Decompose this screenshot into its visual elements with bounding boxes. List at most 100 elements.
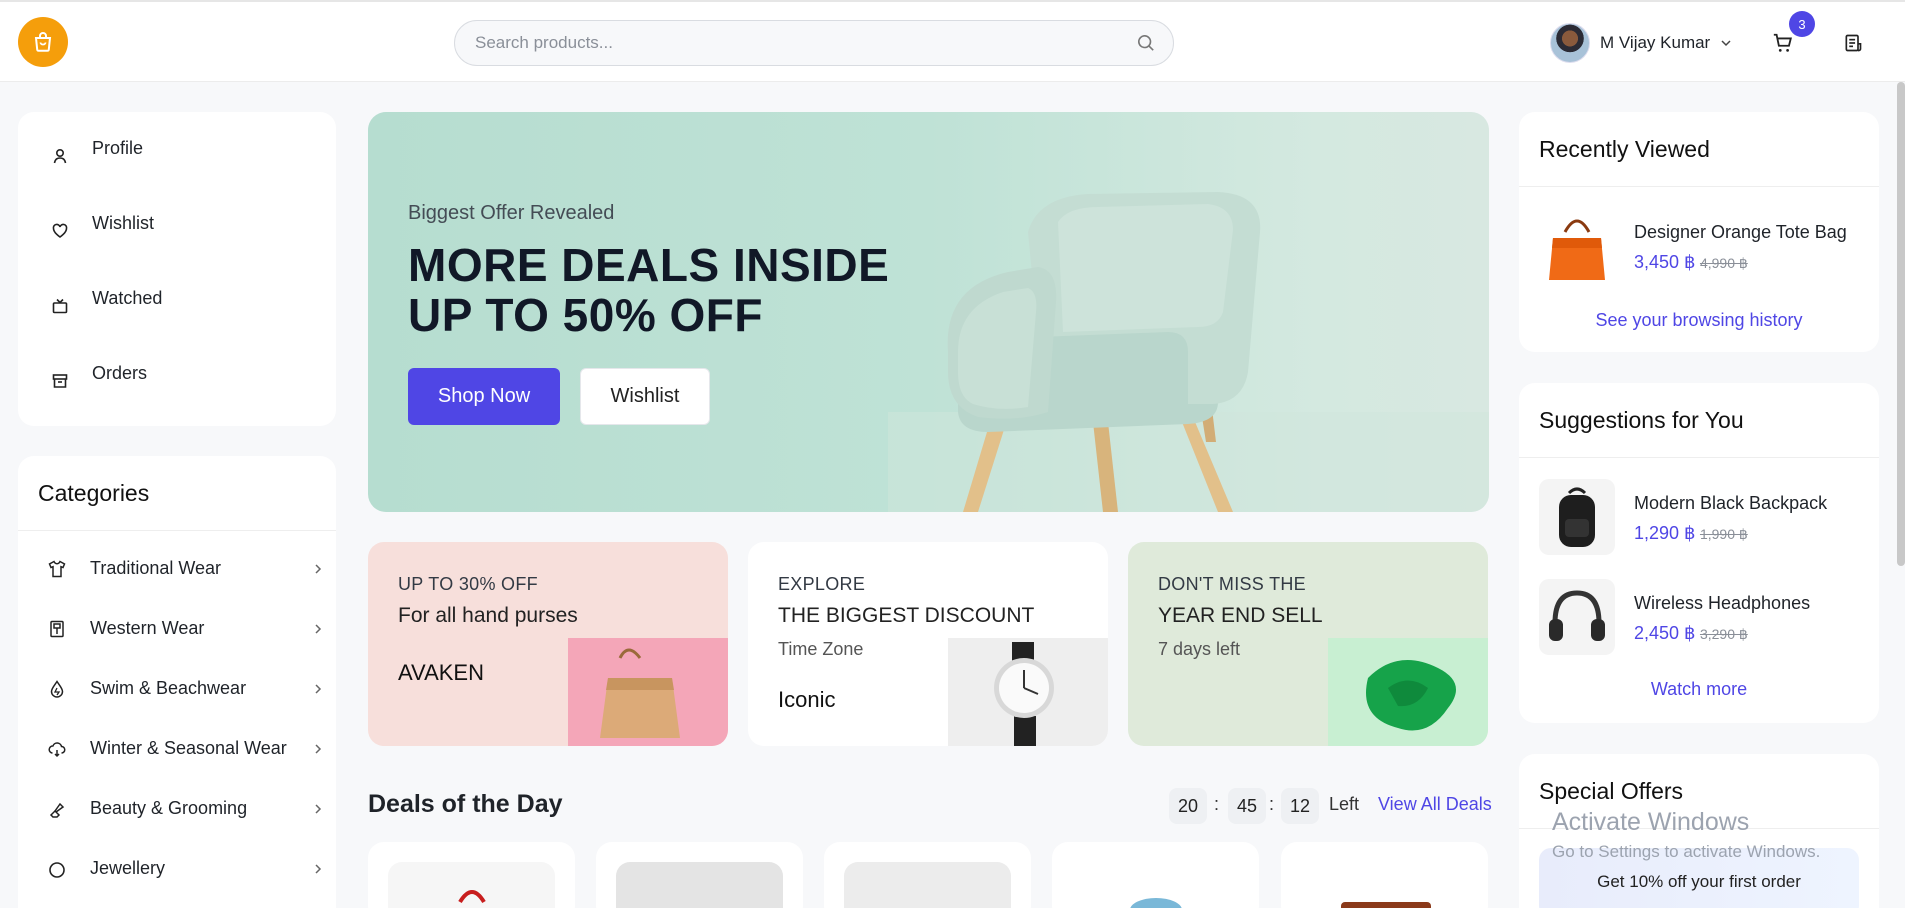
deal-image	[844, 862, 1011, 908]
tote-bag-image[interactable]	[1539, 208, 1615, 284]
cart-icon[interactable]	[1772, 32, 1794, 54]
cloud-icon	[48, 742, 66, 758]
lipstick-icon	[49, 802, 65, 818]
chevron-right-icon	[315, 684, 322, 694]
watch-more-link[interactable]: Watch more	[1519, 679, 1879, 700]
handbag-image	[568, 638, 728, 746]
activate-windows-hint: Go to Settings to activate Windows.	[1552, 842, 1821, 861]
divider	[1519, 457, 1879, 458]
special-offers-title: Special Offers	[1539, 778, 1684, 804]
hero-eyebrow: Biggest Offer Revealed	[408, 202, 615, 224]
nav-label: Profile	[92, 138, 144, 158]
headphones-image[interactable]	[1539, 579, 1615, 655]
search-icon[interactable]	[1137, 34, 1155, 52]
chevron-right-icon	[315, 564, 322, 574]
divider	[18, 530, 336, 531]
ring-icon	[49, 862, 65, 878]
offer-text: Get 10% off your first order	[1597, 872, 1801, 891]
top-header: M Vijay Kumar	[0, 2, 1905, 82]
shirt-icon	[48, 560, 66, 578]
timer-separator: :	[1214, 794, 1220, 814]
product-name[interactable]: Designer Orange Tote Bag	[1634, 222, 1847, 243]
product-price-row: 1,290 ฿ 1,990 ฿	[1634, 523, 1748, 544]
shop-now-button[interactable]: Shop Now	[408, 368, 560, 425]
shopping-bag-icon	[34, 32, 52, 52]
category-beauty-grooming[interactable]: Beauty & Grooming	[18, 790, 336, 830]
promo-card-purses[interactable]: UP TO 30% OFF For all hand purses AVAKEN	[368, 542, 728, 746]
deals-title: Deals of the Day	[368, 790, 563, 818]
page-scrollbar[interactable]	[1897, 82, 1905, 566]
promo-headline: For all hand purses	[398, 604, 578, 627]
suggestions-title: Suggestions for You	[1539, 407, 1744, 433]
deal-card[interactable]	[1281, 842, 1488, 908]
search-input[interactable]	[475, 21, 1115, 65]
category-label: Beauty & Grooming	[90, 798, 248, 818]
promo-headline: THE BIGGEST DISCOUNT	[778, 604, 1035, 627]
nav-item-orders[interactable]: Orders	[18, 359, 336, 399]
nav-label: Orders	[92, 363, 148, 383]
deal-card[interactable]	[824, 842, 1031, 908]
timer-left-label: Left	[1329, 794, 1360, 814]
category-label: Jewellery	[90, 858, 166, 878]
heart-icon	[52, 223, 68, 238]
deal-image	[1301, 862, 1468, 908]
category-traditional-wear[interactable]: Traditional Wear	[18, 550, 336, 590]
view-all-deals-link[interactable]: View All Deals	[1378, 794, 1492, 815]
category-label: Winter & Seasonal Wear	[90, 738, 287, 758]
chevron-right-icon	[315, 624, 322, 634]
user-menu[interactable]: M Vijay Kumar	[1550, 22, 1732, 64]
armchair-image	[888, 192, 1489, 512]
promo-brand: Iconic	[778, 687, 836, 712]
promo-eyebrow: DON'T MISS THE	[1158, 574, 1306, 594]
chevron-right-icon	[315, 864, 322, 874]
product-price-row: 3,450 ฿ 4,990 ฿	[1634, 252, 1748, 273]
category-winter-seasonal[interactable]: Winter & Seasonal Wear	[18, 730, 336, 770]
product-name[interactable]: Wireless Headphones	[1634, 593, 1810, 614]
timer-separator: :	[1269, 794, 1275, 814]
category-jewellery[interactable]: Jewellery	[18, 850, 336, 890]
hero-title: MORE DEALS INSIDE UP TO 50% OFF	[408, 240, 889, 340]
recently-viewed-title: Recently Viewed	[1539, 136, 1710, 162]
category-label: Traditional Wear	[90, 558, 222, 578]
account-nav-card: Profile Wishlist Watched Orders	[18, 112, 336, 426]
timer-seconds: 12	[1281, 788, 1319, 824]
timer-hours: 20	[1169, 788, 1207, 824]
hero-title-line: MORE DEALS INSIDE	[408, 239, 890, 291]
deal-card[interactable]	[1052, 842, 1259, 908]
product-name[interactable]: Modern Black Backpack	[1634, 493, 1827, 514]
deal-card[interactable]	[596, 842, 803, 908]
hero-title-line: UP TO 50% OFF	[408, 289, 764, 341]
promo-card-year-end[interactable]: DON'T MISS THE YEAR END SELL 7 days left	[1128, 542, 1488, 746]
orders-list-icon[interactable]	[1843, 33, 1863, 53]
promo-headline: YEAR END SELL	[1158, 604, 1323, 627]
nav-item-profile[interactable]: Profile	[18, 134, 336, 174]
deal-card[interactable]	[368, 842, 575, 908]
shop-logo[interactable]	[18, 17, 68, 67]
backpack-image[interactable]	[1539, 479, 1615, 555]
categories-title: Categories	[38, 480, 150, 506]
category-label: Swim & Beachwear	[90, 678, 247, 698]
suggestions-card: Suggestions for You Modern Black Backpac…	[1519, 383, 1879, 723]
cart-count-badge: 3	[1789, 11, 1815, 37]
user-icon	[53, 148, 67, 164]
hero-banner: Biggest Offer Revealed MORE DEALS INSIDE…	[368, 112, 1489, 512]
scarf-image	[1328, 638, 1488, 746]
categories-card: Categories Traditional Wear Western Wear…	[18, 456, 336, 908]
dress-icon	[50, 620, 64, 638]
promo-subtext: Time Zone	[778, 639, 864, 659]
promo-brand: AVAKEN	[398, 660, 484, 685]
chevron-right-icon	[315, 804, 322, 814]
category-swim-beachwear[interactable]: Swim & Beachwear	[18, 670, 336, 710]
nav-item-wishlist[interactable]: Wishlist	[18, 209, 336, 249]
deal-image	[1072, 862, 1239, 908]
nav-label: Wishlist	[92, 213, 154, 233]
tv-icon	[52, 298, 68, 314]
promo-card-watches[interactable]: EXPLORE THE BIGGEST DISCOUNT Time Zone I…	[748, 542, 1108, 746]
wishlist-button[interactable]: Wishlist	[580, 368, 710, 425]
nav-item-watched[interactable]: Watched	[18, 284, 336, 324]
browsing-history-link[interactable]: See your browsing history	[1519, 310, 1879, 331]
drop-icon	[50, 680, 64, 698]
category-western-wear[interactable]: Western Wear	[18, 610, 336, 650]
promo-eyebrow: EXPLORE	[778, 574, 866, 594]
deal-image	[616, 862, 783, 908]
